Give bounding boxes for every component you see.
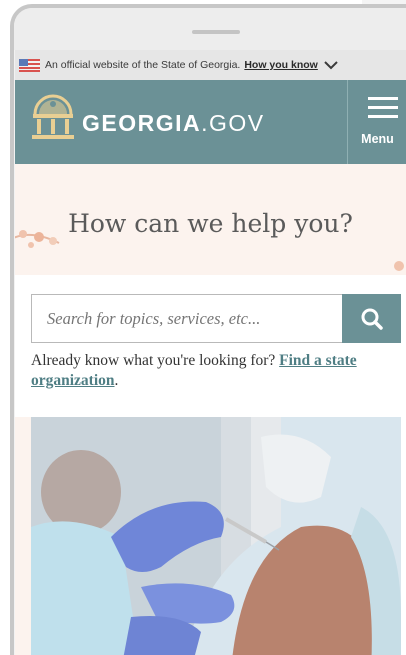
phone-screen: An official website of the State of Geor… [15, 50, 406, 655]
site-header: GEORGIA.GOV Menu [15, 80, 406, 164]
hero-section: How can we help you? [15, 164, 406, 275]
vaccination-photo [31, 417, 401, 655]
official-banner-text: An official website of the State of Geor… [45, 59, 241, 71]
site-brand[interactable]: GEORGIA.GOV [82, 110, 265, 137]
search-section: Already know what you're looking for? Fi… [15, 275, 406, 407]
find-prompt: Already know what you're looking for? [31, 352, 276, 369]
search-input[interactable] [31, 294, 343, 343]
search-icon [361, 308, 383, 330]
phone-frame: An official website of the State of Geor… [10, 4, 406, 655]
phone-top-bar [14, 8, 406, 50]
chevron-down-icon[interactable] [324, 60, 338, 70]
find-trailing-period: . [114, 372, 119, 389]
menu-label: Menu [361, 132, 394, 146]
hamburger-icon [368, 97, 398, 124]
brand-georgia: GEORGIA [82, 110, 202, 136]
cherry-blossom-decoration [394, 261, 404, 271]
us-flag-icon [19, 58, 40, 72]
georgia-seal-icon[interactable] [29, 92, 77, 142]
find-organization-text: Already know what you're looking for? Fi… [31, 351, 381, 391]
phone-speaker [192, 30, 240, 34]
search-button[interactable] [342, 294, 401, 343]
how-you-know-link[interactable]: How you know [244, 59, 318, 71]
brand-gov: .GOV [201, 110, 265, 136]
photo-margin [15, 417, 31, 655]
menu-button[interactable]: Menu [347, 80, 406, 164]
hero-title: How can we help you? [68, 209, 353, 238]
official-banner: An official website of the State of Geor… [15, 50, 406, 80]
